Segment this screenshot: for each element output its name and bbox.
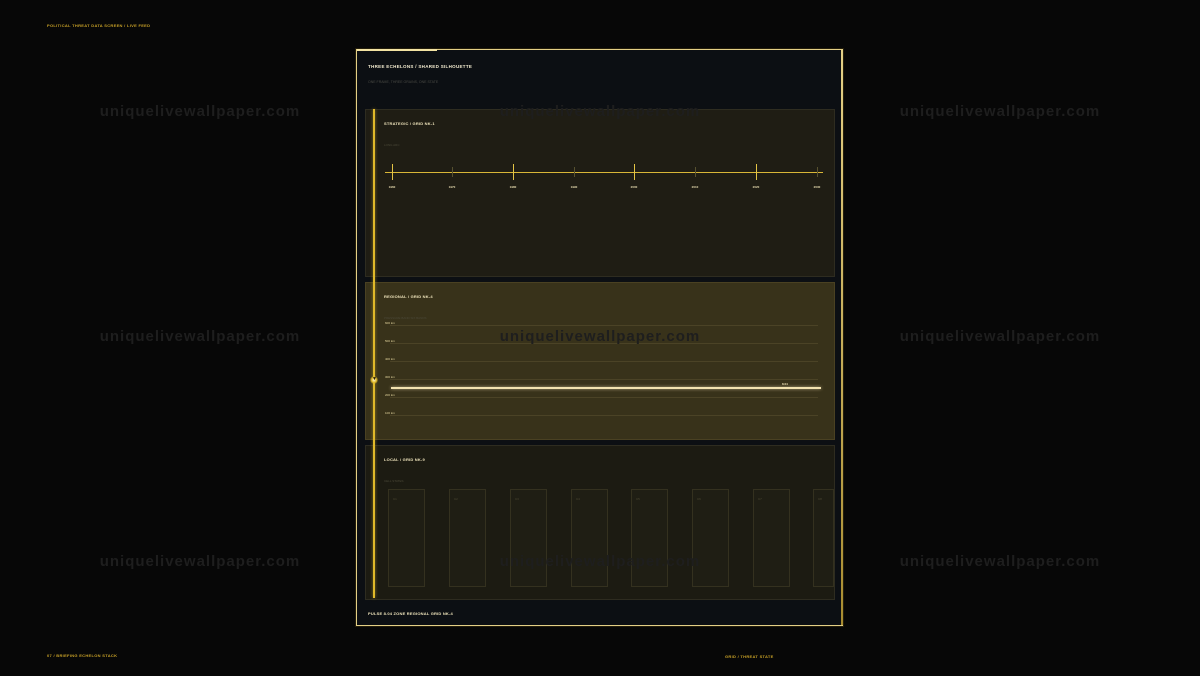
page-label: 07 / BRIEFING ECHELON STACK <box>47 653 118 658</box>
timeline-axis <box>385 172 823 173</box>
cell-id: C2 <box>454 497 458 501</box>
local-cell-card[interactable]: C2 <box>449 489 486 587</box>
grid-line <box>390 325 818 326</box>
grid-line <box>390 361 818 362</box>
local-title: LOCAL / GRID NK-9 <box>384 457 425 462</box>
regional-end-value: 8.04 <box>782 382 788 386</box>
local-cell-card[interactable]: C4 <box>571 489 608 587</box>
y-axis-label: 100 km <box>385 411 395 415</box>
grid-line <box>390 379 818 380</box>
local-cell-card[interactable]: C7 <box>753 489 790 587</box>
timeline-tick-label: 2010 <box>691 185 699 189</box>
frame-subtitle: ONE FRAME, THREE GRAINS, ONE STATE <box>368 80 439 84</box>
timeline-tick-label: 1970 <box>448 185 456 189</box>
watermark: uniquelivewallpaper.com <box>899 328 1101 345</box>
regional-pressure-line <box>391 387 821 389</box>
timeline-tick-minor <box>695 167 696 177</box>
echelon-frame: THREE ECHELONS / SHARED SILHOUETTE ONE F… <box>356 49 843 626</box>
cell-id: C1 <box>393 497 397 501</box>
cell-id: C4 <box>576 497 580 501</box>
watermark: uniquelivewallpaper.com <box>99 553 301 570</box>
grid-line <box>390 397 818 398</box>
frame-title: THREE ECHELONS / SHARED SILHOUETTE <box>368 64 473 69</box>
timeline-tick-minor <box>817 167 818 177</box>
grid-line <box>390 343 818 344</box>
cell-id: C7 <box>758 497 762 501</box>
y-axis-label: 300 km <box>385 375 395 379</box>
local-subtitle: CELL STATES <box>384 479 404 483</box>
timeline-tick-label: 1960 <box>388 185 396 189</box>
frame-footer-status: PULSE 8.04 ZONE REGIONAL GRID NK-4 <box>368 611 453 616</box>
legend-label: GRID / THREAT STATE <box>725 654 774 659</box>
frame-accent-right <box>841 50 843 625</box>
frame-accent-top <box>357 49 437 51</box>
grid-line <box>390 415 818 416</box>
timeline-tick-major <box>392 164 393 180</box>
cell-id: C5 <box>636 497 640 501</box>
cell-id: C8 <box>818 497 822 501</box>
strategic-title: STRATEGIC / GRID NK-1 <box>384 121 435 126</box>
timeline-tick-label: 2000 <box>630 185 638 189</box>
y-axis-label: 200 km <box>385 393 395 397</box>
local-cell-card[interactable]: C8 <box>813 489 834 587</box>
watermark: uniquelivewallpaper.com <box>899 103 1101 120</box>
local-cell-card[interactable]: C1 <box>388 489 425 587</box>
local-cell-card[interactable]: C6 <box>692 489 729 587</box>
timeline-tick-major <box>513 164 514 180</box>
timeline-tick-minor <box>574 167 575 177</box>
cell-id: C6 <box>697 497 701 501</box>
strategic-panel[interactable]: STRATEGIC / GRID NK-1 LONG ARC 1960 1970… <box>365 109 835 277</box>
y-axis-label: 600 km <box>385 321 395 325</box>
y-axis-label: 500 km <box>385 339 395 343</box>
regional-title: REGIONAL / GRID NK-4 <box>384 294 433 299</box>
spine-marker-icon[interactable]: ▼ <box>370 376 378 384</box>
local-cell-card[interactable]: C5 <box>631 489 668 587</box>
timeline-tick-label: 2030 <box>813 185 821 189</box>
frame-accent-bottom <box>357 625 842 626</box>
echelon-spine <box>373 109 375 598</box>
regional-panel[interactable]: REGIONAL / GRID NK-4 PRESSURE BAND SIX B… <box>365 282 835 440</box>
regional-subtitle: PRESSURE BAND SIX BANDS <box>384 316 427 320</box>
y-axis-label: 400 km <box>385 357 395 361</box>
screen-title: POLITICAL THREAT DATA SCREEN / LIVE FEED <box>47 23 151 28</box>
timeline-tick-label: 1980 <box>509 185 517 189</box>
timeline-tick-minor <box>452 167 453 177</box>
watermark: uniquelivewallpaper.com <box>99 103 301 120</box>
timeline-tick-major <box>756 164 757 180</box>
local-cell-card[interactable]: C3 <box>510 489 547 587</box>
timeline-tick-major <box>634 164 635 180</box>
timeline-tick-label: 2020 <box>752 185 760 189</box>
timeline-tick-label: 1990 <box>570 185 578 189</box>
cell-id: C3 <box>515 497 519 501</box>
watermark: uniquelivewallpaper.com <box>99 328 301 345</box>
strategic-subtitle: LONG ARC <box>384 143 400 147</box>
local-panel[interactable]: LOCAL / GRID NK-9 CELL STATES C1 C2 C3 C… <box>365 445 835 600</box>
watermark: uniquelivewallpaper.com <box>899 553 1101 570</box>
